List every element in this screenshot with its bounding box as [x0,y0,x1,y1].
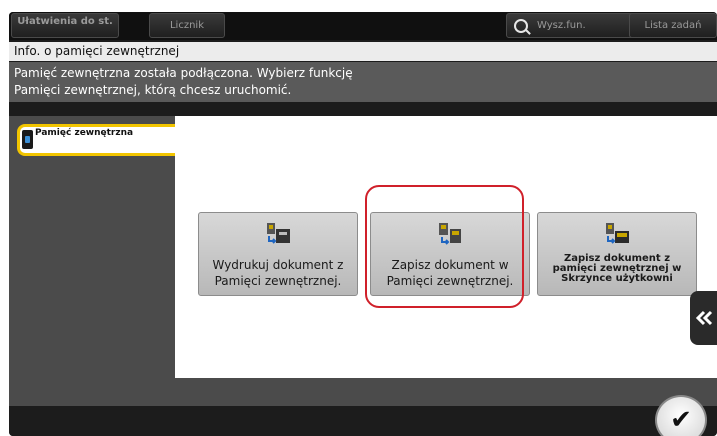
print-from-usb-icon [267,223,290,244]
tab-external-memory-label: Pamięć zewnętrzna [35,128,134,138]
accessibility-button[interactable]: Ułatwienia do st. [11,13,119,38]
device-screen: Ułatwienia do st. Licznik Wysz.fun. List… [9,12,717,436]
print-from-usb-button[interactable]: Wydrukuj dokument z Pamięci zewnętrznej. [198,212,358,296]
page-title: Info. o pamięci zewnętrznej [9,42,717,61]
sidebar: Pamięć zewnętrzna [9,116,177,406]
function-search-button[interactable]: Wysz.fun. [506,13,641,38]
save-to-usb-label: Zapisz dokument w Pamięci zewnętrznej. [386,258,514,288]
divider [9,102,717,116]
ok-button[interactable]: ✔ [655,395,707,436]
search-icon [514,19,528,33]
instruction-line-2: Pamięci zewnętrznej, którą chcesz urucho… [14,83,292,97]
print-from-usb-label: Wydrukuj dokument z Pamięci zewnętrznej. [212,258,344,288]
counter-button[interactable]: Licznik [149,13,225,38]
save-to-user-box-button[interactable]: Zapisz dokument z pamięci zewnętrznej w … [537,212,697,296]
save-to-usb-icon [439,223,461,245]
save-to-usb-button[interactable]: Zapisz dokument w Pamięci zewnętrznej. [370,212,530,296]
save-to-user-box-icon [606,223,629,244]
instruction-line-1: Pamięć zewnętrzna została podłączona. Wy… [14,66,353,80]
side-panel-toggle[interactable] [690,291,717,345]
bottom-bar [9,406,717,436]
checkmark-icon: ✔ [670,405,692,435]
save-to-user-box-label: Zapisz dokument z pamięci zewnętrznej w … [552,253,682,284]
function-search-label: Wysz.fun. [537,20,586,31]
double-chevron-left-icon [695,310,713,326]
panel-footer [175,378,717,406]
job-list-button[interactable]: Lista zadań [629,13,717,38]
usb-memory-icon [22,130,33,149]
tab-external-memory[interactable]: Pamięć zewnętrzna [17,124,177,156]
instruction-message: Pamięć zewnętrzna została podłączona. Wy… [9,62,717,102]
